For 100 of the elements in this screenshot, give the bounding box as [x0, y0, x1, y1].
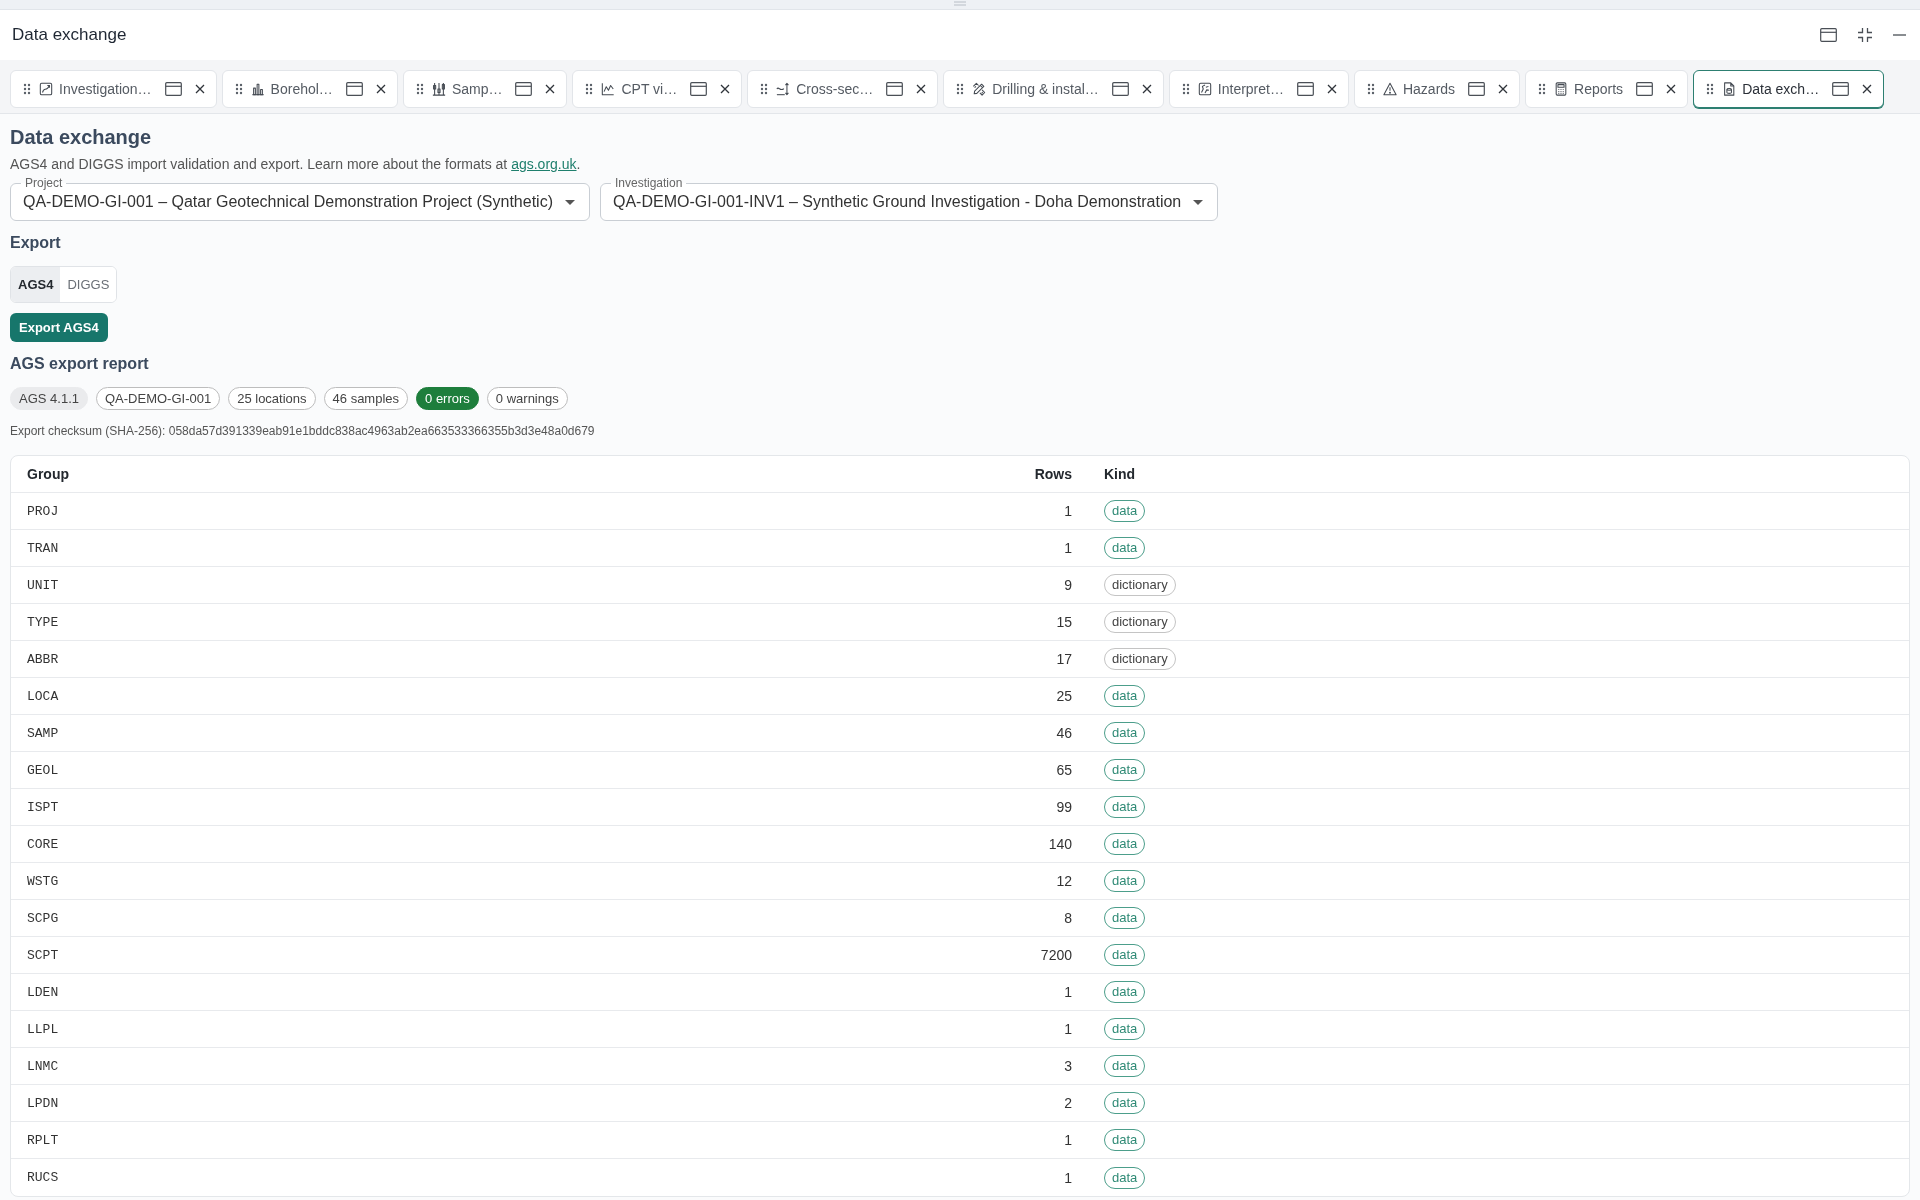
rows-cell-text: 46 — [1055, 725, 1073, 741]
rows-cell-text: 1 — [1063, 503, 1073, 519]
window-icon[interactable] — [1820, 28, 1837, 42]
wave-arrow-icon — [776, 82, 791, 96]
rows-cell-text: 1 — [1063, 1021, 1073, 1037]
workspace-tab[interactable]: Hazards — [1353, 70, 1521, 108]
pop-out-icon[interactable] — [1296, 82, 1314, 96]
drag-handle-icon[interactable] — [1366, 83, 1375, 95]
group-cell-text: ISPT — [26, 799, 60, 815]
summary-badge: 25 locations — [228, 387, 316, 410]
workspace-tab[interactable]: Samp… — [402, 70, 568, 108]
rows-cell-text: 65 — [1055, 762, 1073, 778]
drag-handle-icon[interactable] — [956, 83, 965, 95]
collapse-icon[interactable] — [1857, 27, 1873, 43]
rows-cell-text: 99 — [1055, 799, 1073, 815]
group-cell-text: TYPE — [26, 614, 60, 630]
pop-out-icon[interactable] — [1111, 82, 1129, 96]
section-heading: Export — [10, 233, 62, 253]
close-icon[interactable] — [545, 84, 556, 94]
rows-cell-text: 3 — [1063, 1058, 1073, 1074]
workspace-tab[interactable]: Cross-sec… — [747, 70, 939, 108]
close-icon[interactable] — [1141, 84, 1152, 94]
group-cell-text: CORE — [26, 836, 60, 852]
group-cell-text: SCPT — [26, 947, 60, 963]
drag-handle-icon[interactable] — [234, 83, 243, 95]
workspace-tab[interactable]: Reports — [1525, 70, 1689, 108]
drag-handle-icon[interactable] — [415, 83, 424, 95]
summary-badge: 0 errors — [416, 387, 479, 410]
workspace-tab[interactable]: Borehol… — [221, 70, 398, 108]
group-cell-text: TRAN — [26, 540, 60, 556]
rows-cell-text: 8 — [1063, 910, 1073, 926]
project-select[interactable]: Project QA-DEMO-GI-001 – Qatar Geotechnical Demonstration Project (Synthetic) — [10, 177, 590, 221]
group-cell-text: PROJ — [26, 503, 60, 519]
rows-cell-text: 25 — [1055, 688, 1073, 704]
drag-handle-icon[interactable] — [1538, 83, 1547, 95]
workspace-tab[interactable]: Interpret… — [1168, 70, 1349, 108]
framed-chart-icon — [39, 82, 53, 96]
warning-icon — [1382, 82, 1397, 96]
page-description: AGS4 and DIGGS import validation and export. Learn more about the formats at ags.org.uk. — [10, 155, 582, 174]
pop-out-icon[interactable] — [1468, 82, 1486, 96]
drag-handle-icon[interactable] — [23, 83, 31, 95]
close-icon[interactable] — [1498, 84, 1509, 94]
column-header: Kind — [1103, 466, 1137, 482]
caret-icon — [1193, 199, 1204, 205]
pencil-ruler-icon — [972, 82, 987, 96]
drag-handle-icon[interactable] — [1181, 83, 1190, 95]
close-icon[interactable] — [1666, 84, 1677, 94]
format-option[interactable]: AGS4 — [11, 267, 61, 302]
rows-cell-text: 17 — [1055, 651, 1073, 667]
drag-handle-icon[interactable] — [760, 83, 769, 95]
close-icon[interactable] — [1326, 84, 1337, 94]
close-icon[interactable] — [720, 84, 731, 94]
group-cell-text: LLPL — [26, 1021, 60, 1037]
ags-link[interactable]: ags.org.uk — [511, 156, 577, 172]
group-cell-text: WSTG — [26, 873, 60, 889]
rows-cell-text: 7200 — [1039, 947, 1073, 963]
drag-handle-icon[interactable] — [1706, 83, 1715, 95]
summary-badge: 46 samples — [323, 387, 409, 410]
rows-cell-text: 2 — [1063, 1095, 1073, 1111]
caret-icon — [565, 199, 575, 205]
workspace-tab[interactable]: Investigation… — [10, 70, 217, 108]
column-header: Rows — [1033, 466, 1073, 482]
window-title: Data exchange — [12, 25, 127, 45]
group-cell-text: RUCS — [26, 1170, 60, 1185]
export-button[interactable]: Export AGS4 — [10, 313, 108, 342]
close-icon[interactable] — [375, 84, 386, 94]
investigation-select[interactable]: Investigation QA-DEMO-GI-001-INV1 – Synthetic Ground Investigation - Doha Demonstration — [600, 177, 1219, 221]
summary-badge: AGS 4.1.1 — [10, 387, 88, 410]
line-chart-icon — [601, 82, 616, 96]
workspace-tab[interactable]: Data exch… — [1693, 70, 1885, 108]
rows-cell-text: 140 — [1047, 836, 1073, 852]
workspace-tab[interactable]: Drilling & instal… — [943, 70, 1164, 108]
pop-out-icon[interactable] — [345, 82, 363, 96]
group-cell-text: GEOL — [26, 762, 60, 778]
pop-out-icon[interactable] — [886, 82, 904, 96]
pop-out-icon[interactable] — [515, 82, 533, 96]
rows-cell-text: 1 — [1063, 984, 1073, 1000]
rows-cell-text: 12 — [1055, 873, 1073, 889]
close-icon[interactable] — [916, 84, 927, 94]
pop-out-icon[interactable] — [1832, 82, 1850, 96]
group-cell-text: LPDN — [26, 1095, 60, 1111]
group-cell-text: LNMC — [26, 1058, 60, 1074]
workspace-tab[interactable]: CPT vi… — [572, 70, 743, 108]
section-heading: AGS export report — [10, 354, 150, 374]
resize-handle-icon[interactable] — [954, 1, 966, 6]
pop-out-icon[interactable] — [1636, 82, 1654, 96]
drag-handle-icon[interactable] — [585, 83, 594, 95]
rows-cell-text: 15 — [1055, 614, 1073, 630]
page-heading: Data exchange — [10, 125, 153, 150]
file-database-icon — [1722, 82, 1737, 96]
group-cell-text: UNIT — [26, 577, 60, 593]
group-cell-text: ABBR — [26, 651, 60, 667]
checksum-text: Export checksum (SHA-256): 058da57d391339eab91e1bddc838ac4963ab2ea663533366355b3d3e48a0d679 — [10, 423, 596, 439]
pop-out-icon[interactable] — [164, 82, 182, 96]
group-cell-text: RPLT — [26, 1132, 60, 1148]
close-icon[interactable] — [194, 84, 205, 94]
calculator-icon — [1554, 82, 1569, 96]
pop-out-icon[interactable] — [690, 82, 708, 96]
group-cell-text: SAMP — [26, 725, 60, 741]
close-icon[interactable] — [1862, 84, 1873, 94]
